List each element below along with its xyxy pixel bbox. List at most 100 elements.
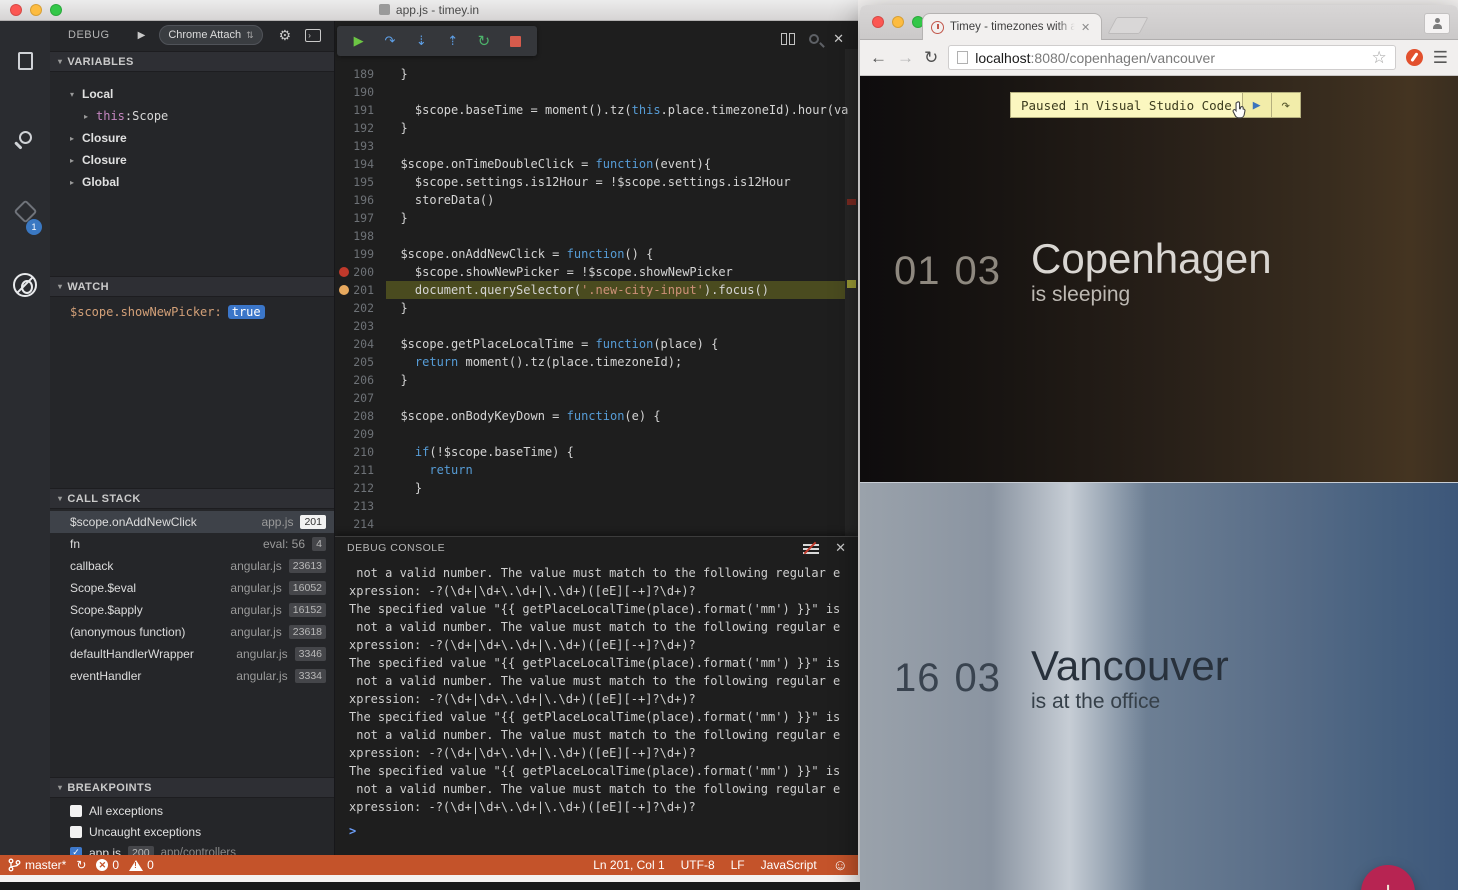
step-out-button[interactable]: ⇡ <box>443 33 463 49</box>
breakpoint-dot[interactable] <box>339 267 349 277</box>
menu-hamburger-icon[interactable]: ☰ <box>1433 48 1448 68</box>
variable-item[interactable]: ▸Closure <box>50 149 334 171</box>
editor-gutter[interactable]: 206 <box>335 371 386 389</box>
open-console-icon[interactable]: › <box>305 29 321 42</box>
sync-button[interactable]: ↻ <box>76 858 86 872</box>
callstack-section-header[interactable]: ▾ CALL STACK <box>50 488 334 509</box>
back-button[interactable]: ← <box>870 48 887 68</box>
debug-config-dropdown[interactable]: Chrome Attach⇅ <box>159 25 262 45</box>
watch-section-header[interactable]: ▾ WATCH <box>50 276 334 297</box>
close-window-button[interactable] <box>872 16 884 28</box>
editor-gutter[interactable]: 198 <box>335 227 386 245</box>
editor-gutter[interactable]: 207 <box>335 389 386 407</box>
variable-item[interactable]: ▸this: Scope <box>50 105 334 127</box>
watch-expression[interactable]: $scope.showNewPicker:true <box>50 301 334 323</box>
console-output-line: not a valid number. The value must match… <box>349 564 858 582</box>
editor-gutter[interactable]: 195 <box>335 173 386 191</box>
errors-status[interactable]: ✕0 <box>96 858 119 872</box>
callstack-frame[interactable]: (anonymous function)angular.js23618 <box>50 621 334 643</box>
callstack-frame[interactable]: defaultHandlerWrapperangular.js3346 <box>50 643 334 665</box>
editor-gutter[interactable]: 191 <box>335 101 386 119</box>
breakpoint-item[interactable]: ✓app.js200app/controllers <box>50 842 334 855</box>
split-editor-icon[interactable] <box>781 33 795 45</box>
callstack-frame[interactable]: eventHandlerangular.js3334 <box>50 665 334 687</box>
cursor-position-status[interactable]: Ln 201, Col 1 <box>593 858 664 872</box>
reload-button[interactable]: ↻ <box>924 48 938 68</box>
callstack-frame[interactable]: fneval: 564 <box>50 533 334 555</box>
gear-icon[interactable]: ⚙ <box>279 27 292 44</box>
editor-gutter[interactable]: 212 <box>335 479 386 497</box>
step-over-button[interactable]: ↷ <box>380 33 400 49</box>
browser-tab[interactable]: Timey - timezones with a h ✕ <box>922 13 1102 40</box>
step-into-button[interactable]: ⇣ <box>411 33 431 49</box>
forward-button[interactable]: → <box>897 48 914 68</box>
editor-gutter[interactable]: 203 <box>335 317 386 335</box>
editor-gutter[interactable]: 201 <box>335 281 386 299</box>
editor-gutter[interactable]: 194 <box>335 155 386 173</box>
sidebar-item-search[interactable] <box>0 111 50 163</box>
close-tab-icon[interactable]: ✕ <box>1081 21 1090 34</box>
breakpoints-section-header[interactable]: ▾ BREAKPOINTS <box>50 777 334 798</box>
editor-gutter[interactable]: 192 <box>335 119 386 137</box>
editor-gutter[interactable]: 214 <box>335 515 386 533</box>
editor-gutter[interactable]: 213 <box>335 497 386 515</box>
breakpoint-item[interactable]: All exceptions <box>50 800 334 821</box>
editor-gutter[interactable]: 210 <box>335 443 386 461</box>
address-bar[interactable]: localhost:8080/copenhagen/vancouver ☆ <box>948 45 1396 70</box>
callstack-frame[interactable]: Scope.$applyangular.js16152 <box>50 599 334 621</box>
editor-gutter[interactable]: 196 <box>335 191 386 209</box>
editor-gutter[interactable]: 193 <box>335 137 386 155</box>
start-debug-icon[interactable]: ▶ <box>138 30 146 41</box>
bookmark-star-icon[interactable]: ☆ <box>1372 48 1387 68</box>
breakpoint-checkbox[interactable] <box>70 826 82 838</box>
variable-item[interactable]: ▸Global <box>50 171 334 193</box>
editor-gutter[interactable]: 189 <box>335 65 386 83</box>
encoding-status[interactable]: UTF-8 <box>681 858 715 872</box>
close-console-icon[interactable]: ✕ <box>835 540 846 556</box>
twistie-icon: ▸ <box>84 112 96 121</box>
new-tab-button[interactable] <box>1107 17 1148 34</box>
extension-icon[interactable] <box>1406 49 1423 66</box>
continue-button[interactable]: ▶ <box>349 33 369 49</box>
profile-button[interactable] <box>1424 13 1450 34</box>
editor-gutter[interactable]: 200 <box>335 263 386 281</box>
editor-gutter[interactable]: 209 <box>335 425 386 443</box>
vscode-titlebar: app.js - timey.in <box>0 0 858 21</box>
editor-gutter[interactable]: 190 <box>335 83 386 101</box>
clear-console-icon[interactable] <box>803 542 819 554</box>
eol-status[interactable]: LF <box>731 858 745 872</box>
step-over-script-button[interactable]: ↷ <box>1271 93 1300 117</box>
editor-gutter[interactable]: 208 <box>335 407 386 425</box>
editor-gutter[interactable]: 205 <box>335 353 386 371</box>
breakpoint-item[interactable]: Uncaught exceptions <box>50 821 334 842</box>
code-editor[interactable]: 189 }190191 $scope.baseTime = moment().t… <box>335 21 858 536</box>
breakpoint-checkbox[interactable]: ✓ <box>70 847 82 856</box>
editor-scrollbar[interactable] <box>845 49 858 536</box>
variable-item[interactable]: ▾Local <box>50 83 334 105</box>
callstack-frame[interactable]: $scope.onAddNewClickapp.js201 <box>50 511 334 533</box>
close-editor-icon[interactable]: ✕ <box>833 31 844 47</box>
callstack-frame[interactable]: callbackangular.js23613 <box>50 555 334 577</box>
editor-gutter[interactable]: 199 <box>335 245 386 263</box>
sidebar-item-debug[interactable] <box>0 259 50 311</box>
stop-button[interactable] <box>505 36 525 47</box>
language-status[interactable]: JavaScript <box>761 858 817 872</box>
sidebar-item-git[interactable]: 1 <box>0 185 50 237</box>
editor-gutter[interactable]: 202 <box>335 299 386 317</box>
variables-section-header[interactable]: ▾ VARIABLES <box>50 51 334 72</box>
editor-gutter[interactable]: 197 <box>335 209 386 227</box>
warnings-status[interactable]: 0 <box>129 858 154 872</box>
restart-button[interactable]: ↻ <box>474 32 494 50</box>
callstack-frame[interactable]: Scope.$evalangular.js16052 <box>50 577 334 599</box>
console-prompt[interactable]: > <box>349 824 858 838</box>
minimize-window-button[interactable] <box>892 16 904 28</box>
timey-page: 01 03 Copenhagen is sleeping Paused in V… <box>860 76 1458 890</box>
editor-gutter[interactable]: 211 <box>335 461 386 479</box>
git-branch-status[interactable]: master* <box>8 858 66 872</box>
breakpoint-checkbox[interactable] <box>70 805 82 817</box>
feedback-smiley-icon[interactable]: ☺ <box>833 857 848 874</box>
variable-item[interactable]: ▸Closure <box>50 127 334 149</box>
sidebar-item-explorer[interactable] <box>0 35 50 87</box>
open-preview-icon[interactable] <box>809 34 819 44</box>
editor-gutter[interactable]: 204 <box>335 335 386 353</box>
